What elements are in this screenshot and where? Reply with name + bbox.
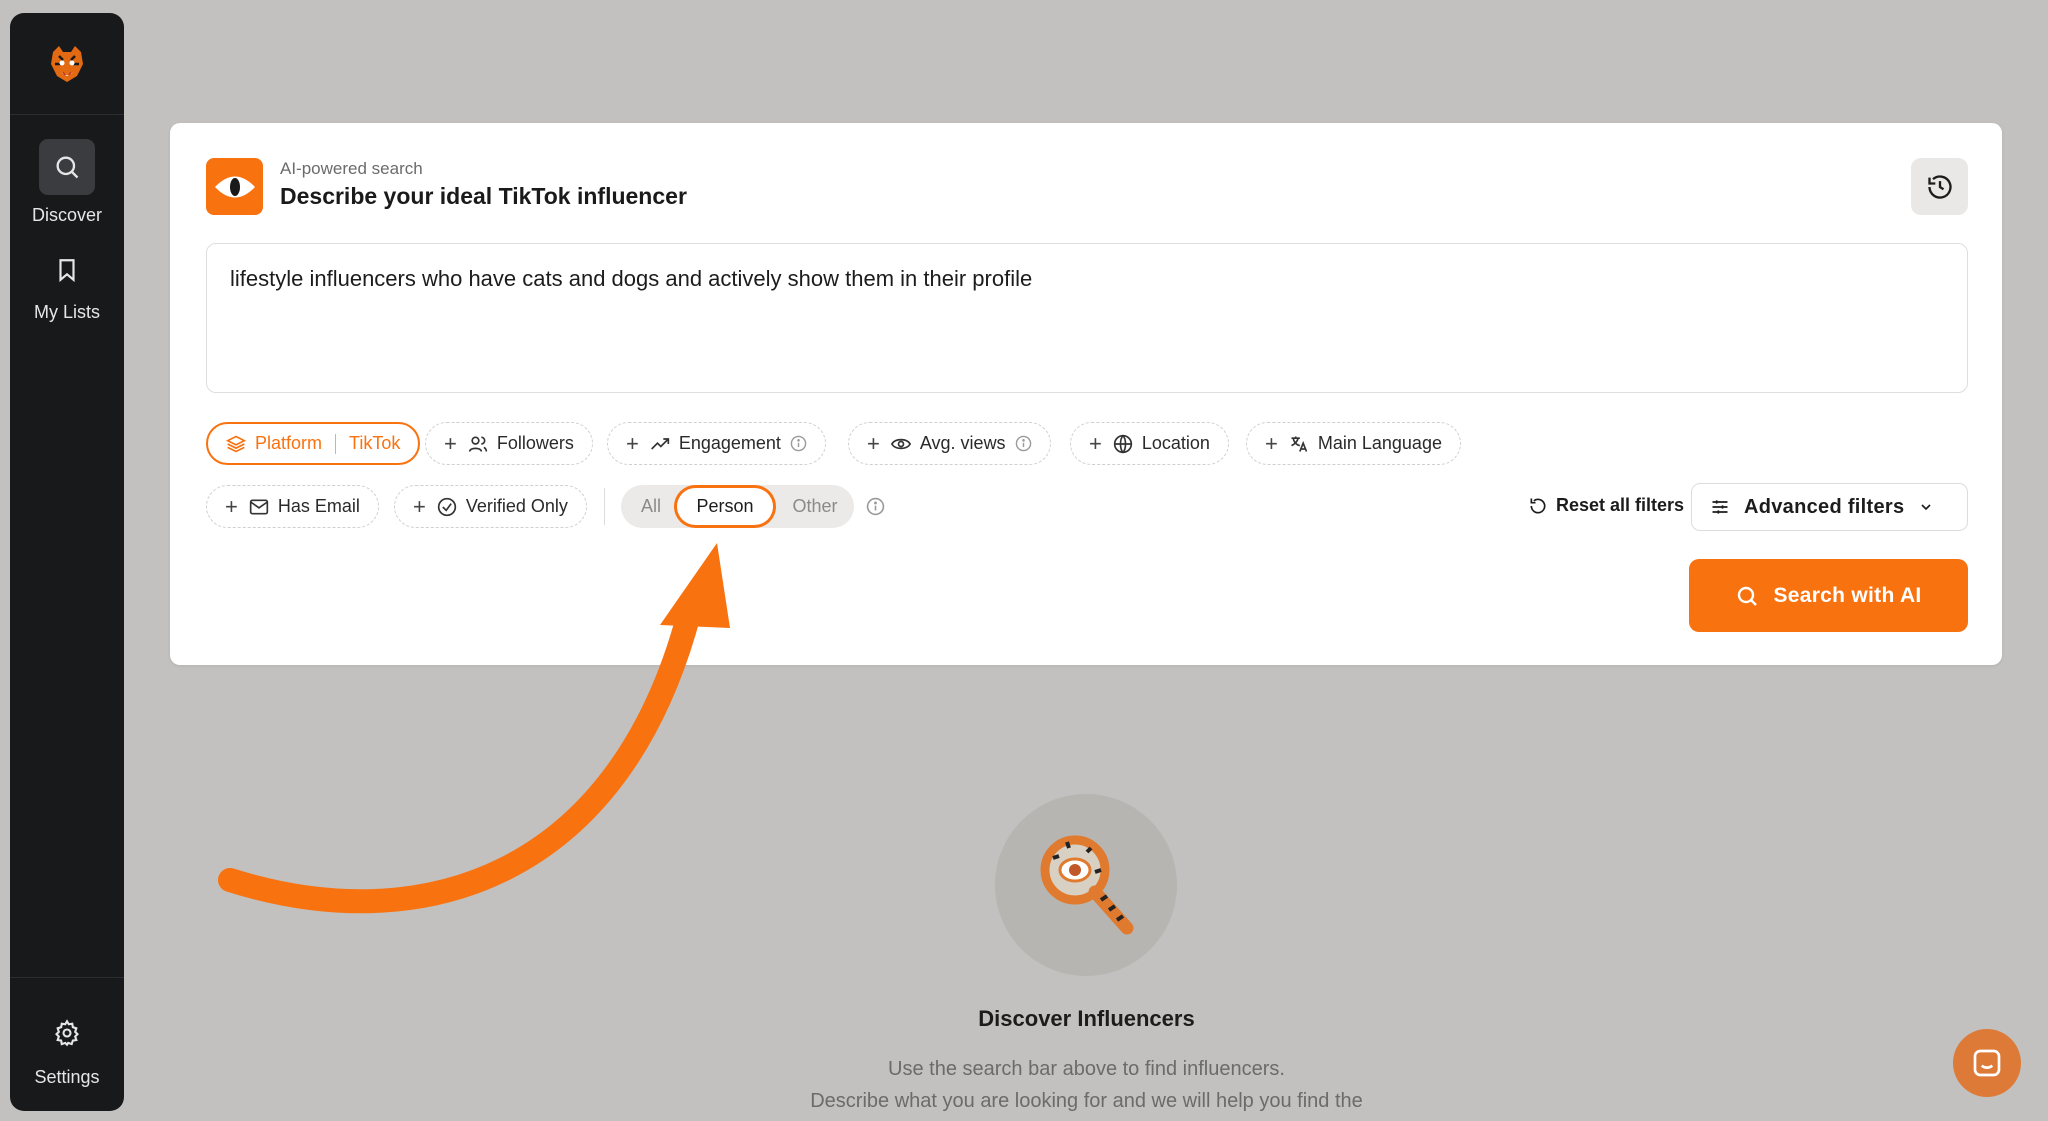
chevron-down-icon: [1918, 499, 1934, 515]
chat-widget-button[interactable]: [1953, 1029, 2021, 1097]
reset-label: Reset all filters: [1556, 495, 1685, 515]
plus-icon: +: [225, 493, 238, 519]
check-circle-icon: [437, 497, 457, 517]
page-title: Describe your ideal TikTok influencer: [280, 183, 687, 209]
sidebar-item-label: Discover: [31, 205, 102, 225]
users-icon: [468, 434, 488, 454]
chip-label: Main Language: [1317, 433, 1442, 453]
magnifier-illustration: [995, 794, 1177, 976]
chip-label: Followers: [496, 433, 574, 453]
sidebar-item-my-lists[interactable]: My Lists: [10, 250, 124, 323]
account-type-all[interactable]: All: [621, 485, 681, 528]
plus-icon: +: [444, 430, 457, 456]
platform-label: Platform: [255, 433, 323, 453]
bookmark-icon: [39, 250, 95, 290]
account-type-person[interactable]: Person: [677, 488, 773, 525]
search-icon: [39, 139, 95, 195]
plus-icon: +: [867, 430, 880, 456]
eye-icon: [890, 434, 911, 454]
search-button-label: Search with AI: [1773, 583, 1922, 607]
main-language-filter-chip[interactable]: + Main Language: [1246, 422, 1461, 465]
eye-icon: [206, 158, 263, 215]
advanced-filters-button[interactable]: Advanced filters: [1691, 483, 1968, 531]
sidebar-item-label: My Lists: [33, 302, 100, 322]
avg-views-filter-chip[interactable]: + Avg. views: [848, 422, 1051, 465]
plus-icon: +: [1089, 430, 1102, 456]
chip-label: Has Email: [277, 496, 360, 516]
sliders-icon: [1710, 497, 1730, 517]
history-button[interactable]: [1911, 158, 1968, 215]
engagement-filter-chip[interactable]: + Engagement: [607, 422, 826, 465]
search-with-ai-button[interactable]: Search with AI: [1689, 559, 1968, 632]
divider: [335, 433, 337, 454]
search-icon: [1735, 584, 1759, 608]
globe-icon: [1113, 433, 1133, 454]
has-email-filter-chip[interactable]: + Has Email: [206, 485, 379, 528]
sidebar-divider: [10, 977, 124, 978]
chip-label: Verified Only: [465, 496, 568, 516]
info-icon[interactable]: [866, 497, 885, 516]
verified-only-filter-chip[interactable]: + Verified Only: [394, 485, 587, 528]
tiger-logo-icon[interactable]: [10, 13, 124, 115]
info-icon[interactable]: [790, 435, 807, 452]
plus-icon: +: [626, 430, 639, 456]
account-type-other[interactable]: Other: [776, 485, 854, 528]
followers-filter-chip[interactable]: + Followers: [425, 422, 593, 465]
plus-icon: +: [413, 493, 426, 519]
trending-up-icon: [650, 434, 670, 454]
history-icon: [1927, 174, 1952, 199]
sidebar-item-discover[interactable]: Discover: [10, 139, 124, 226]
search-subtitle: AI-powered search: [280, 159, 423, 178]
plus-icon: +: [1265, 430, 1278, 456]
advanced-label: Advanced filters: [1744, 495, 1905, 518]
platform-value: TikTok: [349, 433, 401, 453]
empty-state-text: Use the search bar above to find influen…: [888, 1058, 1285, 1080]
account-type-toggle: All Person Other: [621, 485, 854, 528]
mail-icon: [249, 497, 269, 517]
info-icon[interactable]: [1015, 435, 1032, 452]
search-query-input[interactable]: lifestyle influencers who have cats and …: [206, 243, 1968, 393]
chip-label: Engagement: [678, 433, 781, 453]
chip-label: Avg. views: [919, 433, 1006, 453]
reset-icon: [1528, 496, 1548, 516]
platform-filter-chip[interactable]: Platform TikTok: [206, 422, 421, 465]
chip-label: Location: [1141, 433, 1210, 453]
magnifier-icon: [1040, 835, 1134, 935]
empty-state-text: Describe what you are looking for and we…: [810, 1090, 1363, 1112]
sidebar: Discover My Lists Settings: [10, 13, 124, 1111]
location-filter-chip[interactable]: + Location: [1070, 422, 1229, 465]
search-card: AI-powered search Describe your ideal Ti…: [170, 123, 2002, 665]
layers-icon: [226, 434, 246, 454]
reset-filters-button[interactable]: Reset all filters: [1528, 495, 1684, 516]
chat-icon: [1973, 1049, 2001, 1077]
divider: [604, 488, 605, 525]
translate-icon: [1289, 434, 1309, 454]
empty-state-title: Discover Influencers: [978, 1006, 1195, 1031]
